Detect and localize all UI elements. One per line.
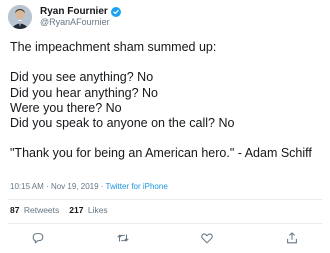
divider	[8, 223, 322, 224]
like-icon	[201, 233, 214, 244]
tweet-line: "Thank you for being an American hero." …	[10, 146, 312, 161]
tweet-line: Did you see anything? No	[10, 70, 154, 85]
share-icon	[287, 232, 297, 244]
retweets-label: Retweets	[23, 205, 60, 215]
tweet-header: Ryan Fournier @RyanAFournier	[8, 4, 121, 30]
tweet-line: The impeachment sham summed up:	[10, 40, 217, 54]
retweets-count: 87	[10, 205, 20, 215]
likes-count: 217	[69, 205, 84, 215]
divider	[8, 199, 322, 200]
tweet-time[interactable]: 10:15 AM	[10, 182, 44, 191]
likes-label: Likes	[87, 205, 108, 215]
user-handle[interactable]: @RyanAFournier	[40, 17, 121, 28]
tweet-text: The impeachment sham summed up: Did you …	[10, 40, 326, 162]
user-names: Ryan Fournier @RyanAFournier	[40, 6, 121, 28]
tweet-line: Did you speak to anyone on the call? No	[10, 115, 235, 130]
retweet-button[interactable]	[115, 230, 131, 246]
display-name[interactable]: Ryan Fournier	[40, 6, 108, 17]
tweet-line: Were you there? No	[10, 100, 122, 115]
reply-button[interactable]	[30, 230, 46, 246]
tweet-source-link[interactable]: Twitter for iPhone	[106, 182, 168, 191]
verified-badge-icon	[110, 6, 121, 17]
like-button[interactable]	[199, 230, 215, 246]
tweet-stats: 87 Retweets 217 Likes	[10, 205, 118, 215]
likes-stat[interactable]: 217 Likes	[69, 205, 107, 215]
retweets-stat[interactable]: 87 Retweets	[10, 205, 59, 215]
share-button[interactable]	[284, 230, 300, 246]
tweet-date[interactable]: Nov 19, 2019	[51, 182, 99, 191]
reply-icon	[32, 233, 44, 244]
tweet-meta: 10:15 AM · Nov 19, 2019 · Twitter for iP…	[10, 182, 168, 191]
meta-separator: ·	[46, 182, 49, 191]
tweet-line: Did you hear anything? No	[10, 85, 159, 100]
tweet-actions	[30, 229, 300, 247]
retweet-icon	[117, 234, 129, 242]
meta-separator: ·	[100, 182, 104, 191]
avatar[interactable]	[8, 5, 32, 29]
